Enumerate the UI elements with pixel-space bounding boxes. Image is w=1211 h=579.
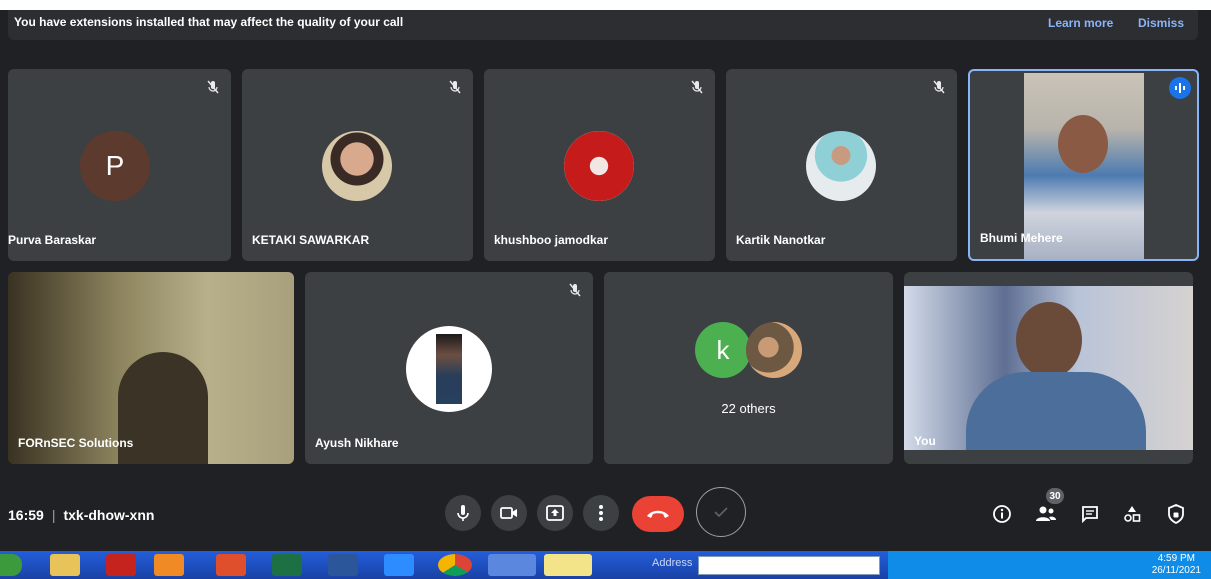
meeting-time: 16:59 [8, 507, 44, 523]
extension-warning-banner: You have extensions installed that may a… [8, 10, 1198, 40]
participant-name: Kartik Nanotkar [736, 233, 826, 247]
meeting-info: 16:59 | txk-dhow-xnn [8, 507, 155, 523]
participant-name: KETAKI SAWARKAR [252, 233, 370, 247]
taskbar-zoom[interactable] [384, 554, 414, 576]
taskbar-chrome[interactable] [438, 554, 472, 576]
hangup-icon [647, 510, 669, 518]
confirm-button[interactable] [696, 487, 746, 537]
activities-icon [1124, 506, 1141, 522]
check-icon [714, 507, 728, 518]
avatar-photo [746, 322, 802, 378]
microphone-button[interactable] [445, 495, 481, 531]
self-person [966, 302, 1146, 450]
taskbar-explorer[interactable] [50, 554, 80, 576]
leave-call-button[interactable] [632, 496, 684, 532]
mic-off-icon [933, 80, 945, 94]
chat-icon [1082, 506, 1098, 523]
clock-time: 4:59 PM [1157, 553, 1195, 564]
people-button[interactable] [1034, 502, 1058, 526]
present-icon [546, 505, 564, 521]
mic-icon [457, 505, 469, 521]
avatar-photo [406, 326, 492, 412]
learn-more-link[interactable]: Learn more [1048, 16, 1113, 30]
start-button[interactable] [0, 554, 22, 576]
host-controls-button[interactable] [1164, 502, 1188, 526]
present-screen-button[interactable] [537, 495, 573, 531]
others-tile[interactable]: k 22 others [604, 272, 893, 464]
participant-tile-fornsec[interactable]: FORnSEC Solutions [8, 272, 294, 464]
participant-tile-khushboo[interactable]: khushboo jamodkar [484, 69, 715, 261]
mic-off-icon [449, 80, 461, 94]
system-clock[interactable]: 4:59 PM 26/11/2021 [1152, 553, 1201, 577]
participant-name: Purva Baraskar [8, 233, 97, 247]
more-icon [599, 505, 603, 521]
participant-name: You [914, 434, 936, 448]
taskbar-app-ec[interactable] [216, 554, 246, 576]
participant-name: Bhumi Mehere [980, 231, 1063, 245]
avatar-initial: P [80, 131, 150, 201]
windows-taskbar: Address 4:59 PM 26/11/2021 [0, 551, 1211, 579]
host-controls-icon [1168, 504, 1184, 524]
participant-name: Ayush Nikhare [315, 436, 399, 450]
banner-message: You have extensions installed that may a… [14, 15, 404, 29]
taskbar-media-player[interactable] [154, 554, 184, 576]
people-icon [1036, 506, 1056, 521]
address-input[interactable] [698, 556, 880, 575]
avatar-initial: k [695, 322, 751, 378]
participant-tile-ayush[interactable]: Ayush Nikhare [305, 272, 593, 464]
taskbar-acrobat[interactable] [106, 554, 136, 576]
avatar-photo [322, 131, 392, 201]
speaking-indicator-icon [1169, 77, 1191, 99]
self-view-tile[interactable]: You [904, 272, 1193, 464]
mic-off-icon [207, 80, 219, 94]
system-tray: 4:59 PM 26/11/2021 [888, 551, 1211, 579]
participant-tile-bhumi[interactable]: Bhumi Mehere [968, 69, 1199, 261]
dismiss-button[interactable]: Dismiss [1138, 16, 1184, 30]
info-icon [993, 505, 1011, 523]
mic-off-icon [691, 80, 703, 94]
camera-icon [500, 507, 517, 519]
taskbar-sticky-notes[interactable] [544, 554, 592, 576]
address-label: Address [652, 557, 693, 569]
meeting-code: txk-dhow-xnn [63, 507, 155, 523]
avatar-photo [806, 131, 876, 201]
participant-tile-kartik[interactable]: Kartik Nanotkar [726, 69, 957, 261]
speaker-face [1058, 115, 1108, 173]
more-options-button[interactable] [583, 495, 619, 531]
mic-off-icon [569, 283, 581, 297]
others-count-label: 22 others [721, 401, 776, 416]
taskbar-word[interactable] [328, 554, 358, 576]
avatar-photo [564, 131, 634, 201]
meeting-controls-bar: 16:59 | txk-dhow-xnn 30 [0, 480, 1211, 548]
clock-date: 26/11/2021 [1151, 565, 1201, 576]
participant-name: FORnSEC Solutions [18, 436, 134, 450]
chat-button[interactable] [1078, 502, 1102, 526]
camera-button[interactable] [491, 495, 527, 531]
participant-tile-purva[interactable]: P Purva Baraskar [8, 69, 231, 261]
meeting-details-button[interactable] [990, 502, 1014, 526]
participant-name: khushboo jamodkar [494, 233, 609, 247]
taskbar-snipping[interactable] [488, 554, 536, 576]
activities-button[interactable] [1120, 502, 1144, 526]
participant-tile-ketaki[interactable]: KETAKI SAWARKAR [242, 69, 473, 261]
taskbar-excel[interactable] [272, 554, 302, 576]
browser-top-strip [0, 0, 1211, 10]
